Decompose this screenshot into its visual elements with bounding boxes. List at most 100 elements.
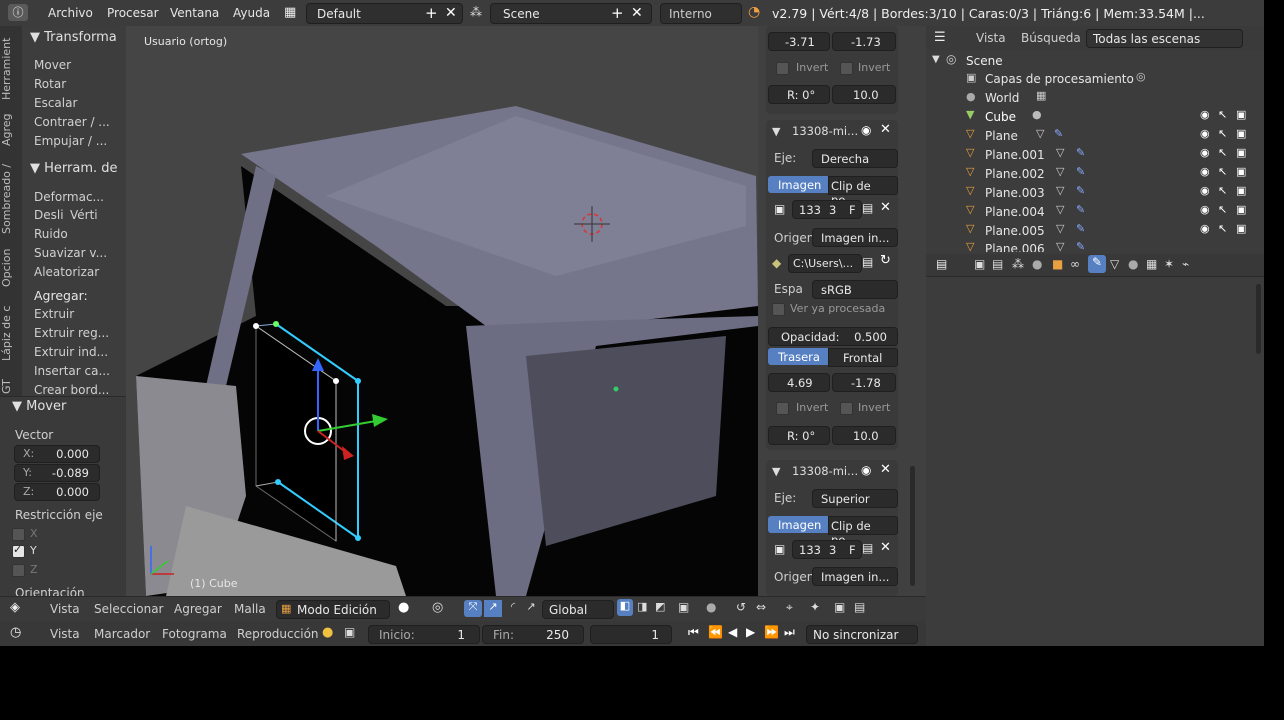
tab-movie-clip[interactable]: Clip de pe... (828, 176, 898, 207)
close-icon[interactable]: ✕ (880, 122, 891, 137)
render-camera-icon[interactable]: ▣ (1236, 127, 1246, 140)
tool-ruido[interactable]: Ruido (34, 227, 68, 241)
layers-tab-icon[interactable]: ▤ (992, 257, 1003, 271)
play-icon[interactable]: ▶ (746, 625, 755, 639)
collapse-arrow-icon[interactable]: ▼ (772, 465, 780, 478)
layout-grid-icon[interactable]: ▦ (284, 5, 296, 20)
outliner-scene[interactable]: Scene (966, 54, 1003, 68)
constraint-x-checkbox[interactable] (12, 528, 25, 541)
jump-keyframe-back-icon[interactable]: ⏪ (708, 625, 723, 639)
source-selector[interactable]: Imagen in... (812, 228, 898, 247)
front-button[interactable]: Frontal (828, 348, 898, 367)
rotation1-field[interactable]: R: 0° (768, 85, 830, 104)
outliner-row-world[interactable]: ● World ▦ (926, 89, 1256, 107)
visibility-eye-icon[interactable]: ◉ (1200, 184, 1210, 197)
tool-aleatorizar[interactable]: Aleatorizar (34, 265, 99, 279)
close-icon[interactable]: ✕ (880, 540, 891, 555)
offset2-y-field[interactable]: -1.78 (832, 373, 896, 392)
particles-tab-icon[interactable]: ✶ (1164, 257, 1174, 271)
outliner-row-plane-002[interactable]: ▽ Plane.002 ▽ ✎ ◉ ↖ ▣ (926, 165, 1256, 183)
visibility-eye-icon[interactable]: ◉ (1200, 165, 1210, 178)
eye-icon[interactable]: ◉ (861, 123, 871, 137)
tab-image[interactable]: Imagen (768, 176, 828, 193)
vector-y-field[interactable]: Y: -0.089 (14, 464, 100, 482)
menu-archivo[interactable]: Archivo (48, 6, 93, 20)
render-tab-icon[interactable]: ▣ (974, 257, 985, 271)
pivot-point-icon[interactable]: ◎ (432, 600, 443, 615)
world-tab-icon[interactable]: ● (1032, 257, 1042, 271)
add-layout-icon[interactable]: + (425, 4, 438, 22)
snap-element-icon[interactable]: ⇔ (756, 600, 766, 614)
render-camera-icon[interactable]: ▣ (1236, 165, 1246, 178)
open-folder-icon[interactable]: ▤ (862, 541, 873, 555)
tab-opciones[interactable]: Opcion (0, 244, 22, 292)
jump-end-icon[interactable]: ⏭ (784, 625, 795, 640)
timeline-menu-vista[interactable]: Vista (50, 627, 80, 641)
tab2-image[interactable]: Imagen (768, 516, 828, 533)
invert-x-checkbox[interactable] (776, 62, 789, 75)
image2-datablock[interactable]: 133 3 F (792, 540, 862, 559)
tool-mover[interactable]: Mover (34, 58, 71, 72)
render-camera-icon[interactable]: ▣ (1236, 108, 1246, 121)
menu-procesar[interactable]: Procesar (107, 6, 159, 20)
outliner-row-render-layers[interactable]: ▣ Capas de procesamiento ◎ (926, 70, 1256, 88)
mode-selector[interactable]: ▦ Modo Edición (276, 600, 390, 619)
timeline-menu-reproduccion[interactable]: Reproducción (237, 627, 319, 641)
visibility-eye-icon[interactable]: ◉ (1200, 203, 1210, 216)
tool-crear-borde[interactable]: Crear bord... (34, 383, 109, 397)
scene-icon[interactable]: ⁂ (470, 5, 482, 19)
tool-extruir-individual[interactable]: Extruir ind... (34, 345, 108, 359)
size1-field[interactable]: 10.0 (832, 85, 896, 104)
constraint-z-checkbox[interactable] (12, 564, 25, 577)
viewport-shading-icon[interactable]: ● (398, 600, 409, 615)
jump-keyframe-forward-icon[interactable]: ⏩ (764, 625, 779, 639)
translate-manipulator-icon[interactable]: ⤧ (464, 600, 482, 617)
occlude-geometry-icon[interactable]: ▣ (678, 600, 689, 614)
proportional-edit-icon[interactable]: ● (706, 600, 716, 614)
viewport-3d[interactable]: Usuario (ortog) (1) Cube (126, 26, 758, 596)
physics-tab-icon[interactable]: ⌁ (1182, 257, 1189, 271)
view3d-menu-vista[interactable]: Vista (50, 602, 80, 616)
scene-selector[interactable]: Scene + ✕ (490, 3, 652, 24)
info-icon[interactable]: ⓘ (8, 4, 28, 21)
tool-suavizar[interactable]: Suavizar v... (34, 246, 107, 260)
offset1-x-field[interactable]: -3.71 (768, 32, 830, 51)
visibility-eye-icon[interactable]: ◉ (1200, 222, 1210, 235)
tool-insertar-caras[interactable]: Insertar ca... (34, 364, 110, 378)
menu-ayuda[interactable]: Ayuda (233, 6, 270, 20)
menu-ventana[interactable]: Ventana (170, 6, 219, 20)
outliner-menu-busqueda[interactable]: Búsqueda (1021, 31, 1081, 45)
invert2-y-checkbox[interactable] (840, 402, 853, 415)
texture-tab-icon[interactable]: ▦ (1146, 257, 1157, 271)
source2-selector[interactable]: Imagen in... (812, 567, 898, 586)
outliner-editor-icon[interactable]: ☰ (934, 30, 946, 45)
back-button[interactable]: Trasera (768, 348, 828, 365)
size2-field[interactable]: 10.0 (832, 426, 896, 445)
tool-deslizar[interactable]: Desli (34, 208, 64, 222)
timeline-menu-marcador[interactable]: Marcador (94, 627, 150, 641)
editor-type-timeline-icon[interactable]: ◷ (10, 625, 21, 640)
scale-handle-icon[interactable]: ↗ (524, 600, 538, 617)
scale-manipulator-icon[interactable]: ◜ (504, 600, 522, 617)
transform-orientation-selector[interactable]: Global (542, 600, 614, 619)
view3d-menu-malla[interactable]: Malla (234, 602, 266, 616)
snap-toggle-icon[interactable]: ↺ (736, 600, 746, 614)
render-engine-selector[interactable]: Interno (660, 3, 742, 24)
onion-skin-icon[interactable]: ✦ (810, 600, 820, 614)
vector-z-field[interactable]: Z: 0.000 (14, 483, 100, 501)
jump-start-icon[interactable]: ⏮ (688, 625, 699, 640)
tool-rotar[interactable]: Rotar (34, 77, 66, 91)
add-scene-icon[interactable]: + (611, 4, 624, 22)
eye-icon[interactable]: ◉ (861, 463, 871, 477)
constraints-tab-icon[interactable]: ∞ (1070, 257, 1080, 271)
tool-empujar[interactable]: Empujar / ... (34, 134, 107, 148)
start-frame-field[interactable]: Inicio: 1 (368, 625, 480, 644)
tab-agregar[interactable]: Agreg (0, 110, 22, 150)
preview-range-icon[interactable]: ● (322, 625, 333, 640)
remove-layout-icon[interactable]: ✕ (445, 5, 457, 21)
opengl-anim-icon[interactable]: ▤ (854, 600, 865, 614)
axis2-selector[interactable]: Superior (812, 489, 898, 508)
tool-vertice[interactable]: Vérti (70, 208, 98, 222)
invert2-x-checkbox[interactable] (776, 402, 789, 415)
edge-select-icon[interactable]: ◨ (637, 600, 647, 613)
